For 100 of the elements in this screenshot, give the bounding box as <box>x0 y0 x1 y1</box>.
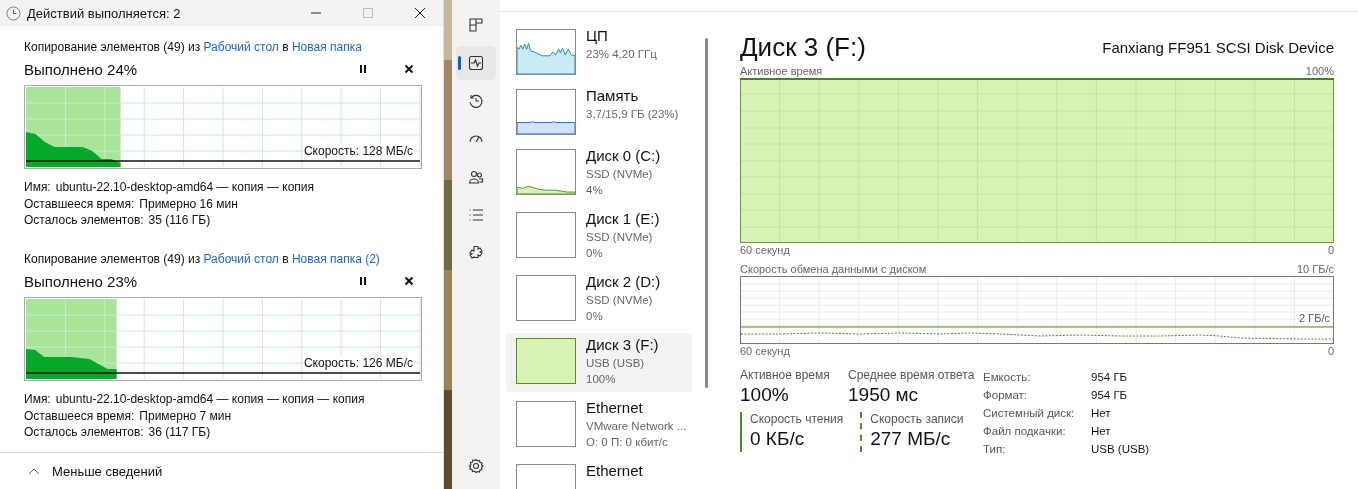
device-name: Диск 3 (F:) <box>586 335 659 355</box>
property-value: 954 ГБ <box>1091 388 1129 403</box>
usage-thumbnail <box>516 401 576 447</box>
stat-label: Скорость записи <box>870 412 965 426</box>
property-value: Нет <box>1091 406 1112 421</box>
destination-link[interactable]: Новая папка (2) <box>291 252 380 266</box>
detail-value: 36 (117 ГБ) <box>148 424 211 441</box>
details-icon <box>468 207 484 223</box>
usage-thumbnail <box>516 275 576 321</box>
device-name: Память <box>586 86 640 106</box>
stat-value: 0 КБ/с <box>750 427 806 451</box>
device-title: Диск 3 (F:) <box>740 31 866 63</box>
pause-icon <box>358 64 368 74</box>
property-label: Тип: <box>983 442 1007 457</box>
speed-label: Скорость: 126 МБ/с <box>302 356 414 370</box>
property-label: Формат: <box>983 388 1029 403</box>
chart-min-label: 0 <box>1327 243 1334 257</box>
device-info: 100% <box>586 372 617 387</box>
device-item[interactable]: Память 3,7/15,9 ГБ (23%) <box>506 84 692 140</box>
device-model: Fanxiang FF951 SCSI Disk Device <box>1102 38 1334 56</box>
usage-thumbnail <box>516 29 576 75</box>
device-item[interactable]: Диск 2 (D:) SSD (NVMe) 0% <box>506 270 692 329</box>
usage-thumbnail <box>516 89 576 135</box>
detail-value: 35 (116 ГБ) <box>148 212 211 229</box>
chart-label: Скорость обмена данными с диском <box>740 262 927 276</box>
time-span-label: 60 секунд <box>740 243 790 257</box>
device-info: SSD (NVMe) <box>586 167 654 182</box>
detail-value: ubuntu-22.10-desktop-amd64 — копия — копия <box>55 179 314 196</box>
property-value: USB (USB) <box>1091 442 1150 457</box>
detail-label: Осталось элементов: <box>24 424 144 441</box>
property-value: 954 ГБ <box>1091 370 1129 385</box>
chart-label: Активное время <box>740 64 823 78</box>
device-info: 4% <box>586 183 604 198</box>
fewer-details-button[interactable]: Меньше сведений <box>28 463 163 479</box>
detail-value: Примерно 7 мин <box>139 407 232 424</box>
device-name: Ethernet <box>586 398 644 418</box>
window-title: Действий выполняется: 2 <box>27 5 181 21</box>
device-info: SSD (NVMe) <box>586 230 654 245</box>
device-info: 23% 4,20 ГГц <box>586 47 657 62</box>
destination-link[interactable]: Новая папка <box>291 40 362 54</box>
detail-label: Оставшееся время: <box>24 407 135 424</box>
progress-text: Выполнено 24% <box>24 60 139 78</box>
copy-description: Копирование элементов (49) из Рабочий стол в Новая папка <box>24 40 363 54</box>
scrollbar[interactable] <box>705 38 708 388</box>
progress-text: Выполнено 23% <box>24 272 139 290</box>
device-info: USB (USB) <box>586 356 646 371</box>
property-label: Емкость: <box>983 370 1032 385</box>
chart-max-label: 100% <box>1305 64 1334 78</box>
device-item[interactable]: Ethernet VMware Network ... О: 0 П: 0 кбит/с <box>506 396 692 455</box>
nav-button[interactable] <box>456 46 496 80</box>
stat-label: Среднее время ответа <box>848 368 976 382</box>
performance-icon <box>468 55 484 71</box>
property-label: Системный диск: <box>983 406 1076 421</box>
device-info: VMware Network ... <box>586 419 684 434</box>
time-span-label: 60 секунд <box>740 344 790 358</box>
processes-icon <box>468 17 484 33</box>
device-name: ЦП <box>586 26 609 46</box>
chart-min-label: 0 <box>1327 344 1334 358</box>
property-value: Нет <box>1091 424 1112 439</box>
usage-thumbnail <box>516 338 576 384</box>
detail-label: Имя: <box>24 391 51 408</box>
users-icon <box>468 169 484 185</box>
detail-label: Оставшееся время: <box>24 195 135 212</box>
device-name: Диск 0 (C:) <box>586 146 661 166</box>
device-name: Диск 2 (D:) <box>586 272 661 292</box>
device-name: Диск 1 (E:) <box>586 209 660 229</box>
device-info: 0% <box>586 309 604 324</box>
maximize-icon <box>362 7 374 19</box>
detail-value: Примерно 16 мин <box>139 195 238 212</box>
source-link[interactable]: Рабочий стол <box>203 252 279 266</box>
speed-label: Скорость: 128 МБ/с <box>302 144 414 158</box>
close-icon <box>404 276 414 286</box>
device-info: SSD (NVMe) <box>586 293 654 308</box>
device-item[interactable]: Ethernet <box>506 459 692 489</box>
property-label: Файл подкачки: <box>983 424 1067 439</box>
device-item[interactable]: Диск 0 (C:) SSD (NVMe) 4% <box>506 144 692 203</box>
rate-mark-label: 2 ГБ/с <box>1299 312 1330 324</box>
close-icon <box>404 64 414 74</box>
device-info: 3,7/15,9 ГБ (23%) <box>586 107 679 122</box>
device-info: 0% <box>586 246 604 261</box>
device-info: О: 0 П: 0 кбит/с <box>586 435 669 450</box>
usage-thumbnail <box>516 212 576 258</box>
chevron-up-icon <box>28 467 40 475</box>
stat-value: 1950 мс <box>848 383 920 407</box>
pause-icon <box>358 276 368 286</box>
usage-thumbnail <box>516 149 576 195</box>
device-name: Ethernet <box>586 461 643 481</box>
detail-label: Осталось элементов: <box>24 212 144 229</box>
device-item[interactable]: Диск 1 (E:) SSD (NVMe) 0% <box>506 207 692 266</box>
device-item[interactable]: Диск 3 (F:) USB (USB) 100% <box>506 333 692 392</box>
copy-description: Копирование элементов (49) из Рабочий стол в Новая папка (2) <box>24 252 381 266</box>
detail-label: Имя: <box>24 179 51 196</box>
history-icon <box>468 93 484 109</box>
settings-icon <box>468 458 484 474</box>
chart-max-label: 10 ГБ/с <box>1296 262 1334 276</box>
stat-label: Скорость чтения <box>750 412 845 426</box>
services-icon <box>468 245 484 261</box>
device-item[interactable]: ЦП 23% 4,20 ГГц <box>506 24 692 80</box>
source-link[interactable]: Рабочий стол <box>203 40 279 54</box>
detail-value: ubuntu-22.10-desktop-amd64 — копия — копия — копия <box>55 391 365 408</box>
